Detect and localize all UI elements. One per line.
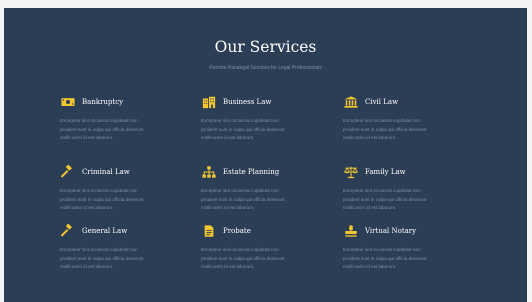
section-title: Our Services [214,38,317,56]
document-icon [201,224,217,238]
service-description: Excepteur sint occaecat cupidatat non pro… [201,188,285,210]
service-virtual-notary[interactable]: Virtual Notary Excepteur sint occaecat c… [343,224,475,272]
service-description: Excepteur sint occaecat cupidatat non pro… [201,118,285,140]
money-icon [60,95,76,109]
service-name: Estate Planning [223,168,280,176]
service-description: Excepteur sint occaecat cupidatat non pro… [60,188,144,210]
stamp-icon [343,224,359,238]
org-chart-icon [201,165,217,179]
service-name: Criminal Law [82,168,130,176]
service-name: Bankruptcy [82,98,124,106]
service-general-law[interactable]: General Law Excepteur sint occaecat cupi… [60,224,192,272]
section-subtitle: Remote Paralegal Services for Legal Prof… [209,65,322,71]
service-business-law[interactable]: Business Law Excepteur sint occaecat cup… [201,95,333,143]
service-description: Excepteur sint occaecat cupidatat non pro… [60,118,144,140]
buildings-icon [201,95,217,109]
service-name: Probate [223,227,251,235]
service-estate-planning[interactable]: Estate Planning Excepteur sint occaecat … [201,165,333,213]
service-civil-law[interactable]: Civil Law Excepteur sint occaecat cupida… [343,95,475,143]
service-family-law[interactable]: Family Law Excepteur sint occaecat cupid… [343,165,475,213]
service-description: Excepteur sint occaecat cupidatat non pro… [343,247,427,269]
service-name: Civil Law [365,98,399,106]
service-name: General Law [82,227,128,235]
service-description: Excepteur sint occaecat cupidatat non pro… [60,247,144,269]
services-section: Our Services Remote Paralegal Services f… [4,8,527,302]
service-description: Excepteur sint occaecat cupidatat non pro… [343,188,427,210]
service-name: Family Law [365,168,406,176]
service-description: Excepteur sint occaecat cupidatat non pro… [343,118,427,140]
service-probate[interactable]: Probate Excepteur sint occaecat cupidata… [201,224,333,272]
service-bankruptcy[interactable]: Bankruptcy Excepteur sint occaecat cupid… [60,95,192,143]
scales-icon [343,165,359,179]
courthouse-icon [343,95,359,109]
service-name: Business Law [223,98,272,106]
service-description: Excepteur sint occaecat cupidatat non pro… [201,247,285,269]
gavel-icon [60,165,76,179]
service-criminal-law[interactable]: Criminal Law Excepteur sint occaecat cup… [60,165,192,213]
service-name: Virtual Notary [365,227,417,235]
gavel-icon [60,224,76,238]
